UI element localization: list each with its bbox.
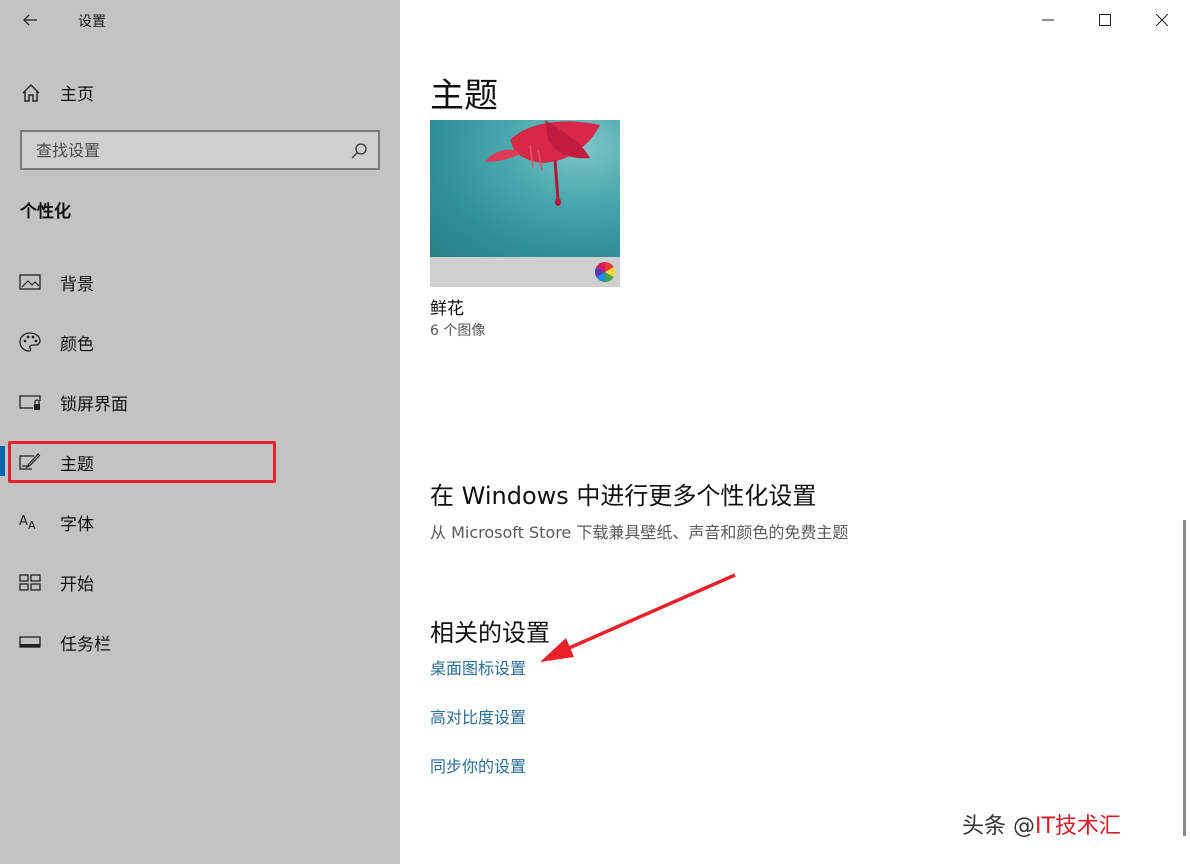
nav-home[interactable]: 主页 (0, 70, 400, 114)
theme-card-footer (430, 257, 620, 287)
window-controls (1019, 0, 1190, 40)
sidebar-item-label: 字体 (60, 515, 94, 535)
minimize-button[interactable] (1019, 0, 1076, 40)
sidebar-item-fonts[interactable]: A A 字体 (0, 498, 400, 546)
watermark-name: IT技术汇 (1035, 814, 1121, 839)
sidebar-item-label: 任务栏 (60, 635, 111, 655)
app-title: 设置 (78, 14, 106, 30)
high-contrast-settings-link[interactable]: 高对比度设置 (430, 704, 526, 728)
theme-image-count: 6 个图像 (430, 323, 486, 339)
sidebar-item-background[interactable]: 背景 (0, 258, 400, 306)
search-icon[interactable] (350, 142, 368, 160)
sidebar-item-label: 锁屏界面 (60, 395, 128, 415)
svg-text:A: A (28, 519, 36, 532)
sidebar-item-label: 开始 (60, 575, 94, 595)
more-personalization-link[interactable]: 从 Microsoft Store 下载兼具壁纸、声音和颜色的免费主题 (430, 519, 848, 543)
watermark-prefix: 头条 @ (962, 814, 1035, 839)
sidebar-item-start[interactable]: 开始 (0, 558, 400, 606)
watermark: 头条 @IT技术汇 (962, 808, 1121, 840)
desktop-icon-settings-link[interactable]: 桌面图标设置 (430, 655, 526, 679)
maximize-button[interactable] (1076, 0, 1133, 40)
sidebar-item-label: 颜色 (60, 335, 94, 355)
sidebar-item-lock-screen[interactable]: 锁屏界面 (0, 378, 400, 426)
sync-settings-link[interactable]: 同步你的设置 (430, 753, 526, 777)
annotation-highlight-box (8, 441, 276, 483)
font-icon: A A (19, 514, 36, 532)
sidebar: 设置 主页 个性化 背景 颜色 (0, 0, 400, 864)
theme-card[interactable] (430, 120, 620, 287)
page-title: 主题 (430, 76, 498, 116)
palette-icon (19, 332, 41, 352)
titlebar-left: 设置 (0, 0, 400, 40)
sidebar-item-colors[interactable]: 颜色 (0, 318, 400, 366)
section-title: 个性化 (20, 202, 71, 222)
close-icon (1155, 14, 1168, 26)
close-button[interactable] (1133, 0, 1190, 40)
nav-home-label: 主页 (60, 85, 94, 105)
maximize-icon (1098, 14, 1111, 26)
home-icon (22, 84, 40, 102)
search-box[interactable] (20, 130, 380, 170)
back-button[interactable] (14, 6, 46, 34)
picture-icon (19, 274, 41, 290)
lock-screen-icon (19, 395, 41, 410)
color-wheel-icon (595, 262, 615, 282)
svg-text:A: A (19, 514, 28, 529)
minimize-icon (1041, 19, 1054, 21)
back-arrow-icon (23, 14, 37, 26)
related-settings-title: 相关的设置 (430, 619, 550, 647)
taskbar-icon (19, 636, 41, 648)
theme-name: 鲜花 (430, 299, 464, 319)
start-grid-icon (19, 574, 41, 591)
flower-image (485, 120, 600, 206)
search-input[interactable] (22, 132, 342, 168)
active-indicator (0, 446, 5, 476)
theme-thumbnail (430, 120, 620, 257)
sidebar-item-label: 背景 (60, 275, 94, 295)
scrollbar[interactable] (1183, 520, 1186, 836)
more-personalization-title: 在 Windows 中进行更多个性化设置 (430, 482, 817, 510)
sidebar-item-taskbar[interactable]: 任务栏 (0, 618, 400, 666)
